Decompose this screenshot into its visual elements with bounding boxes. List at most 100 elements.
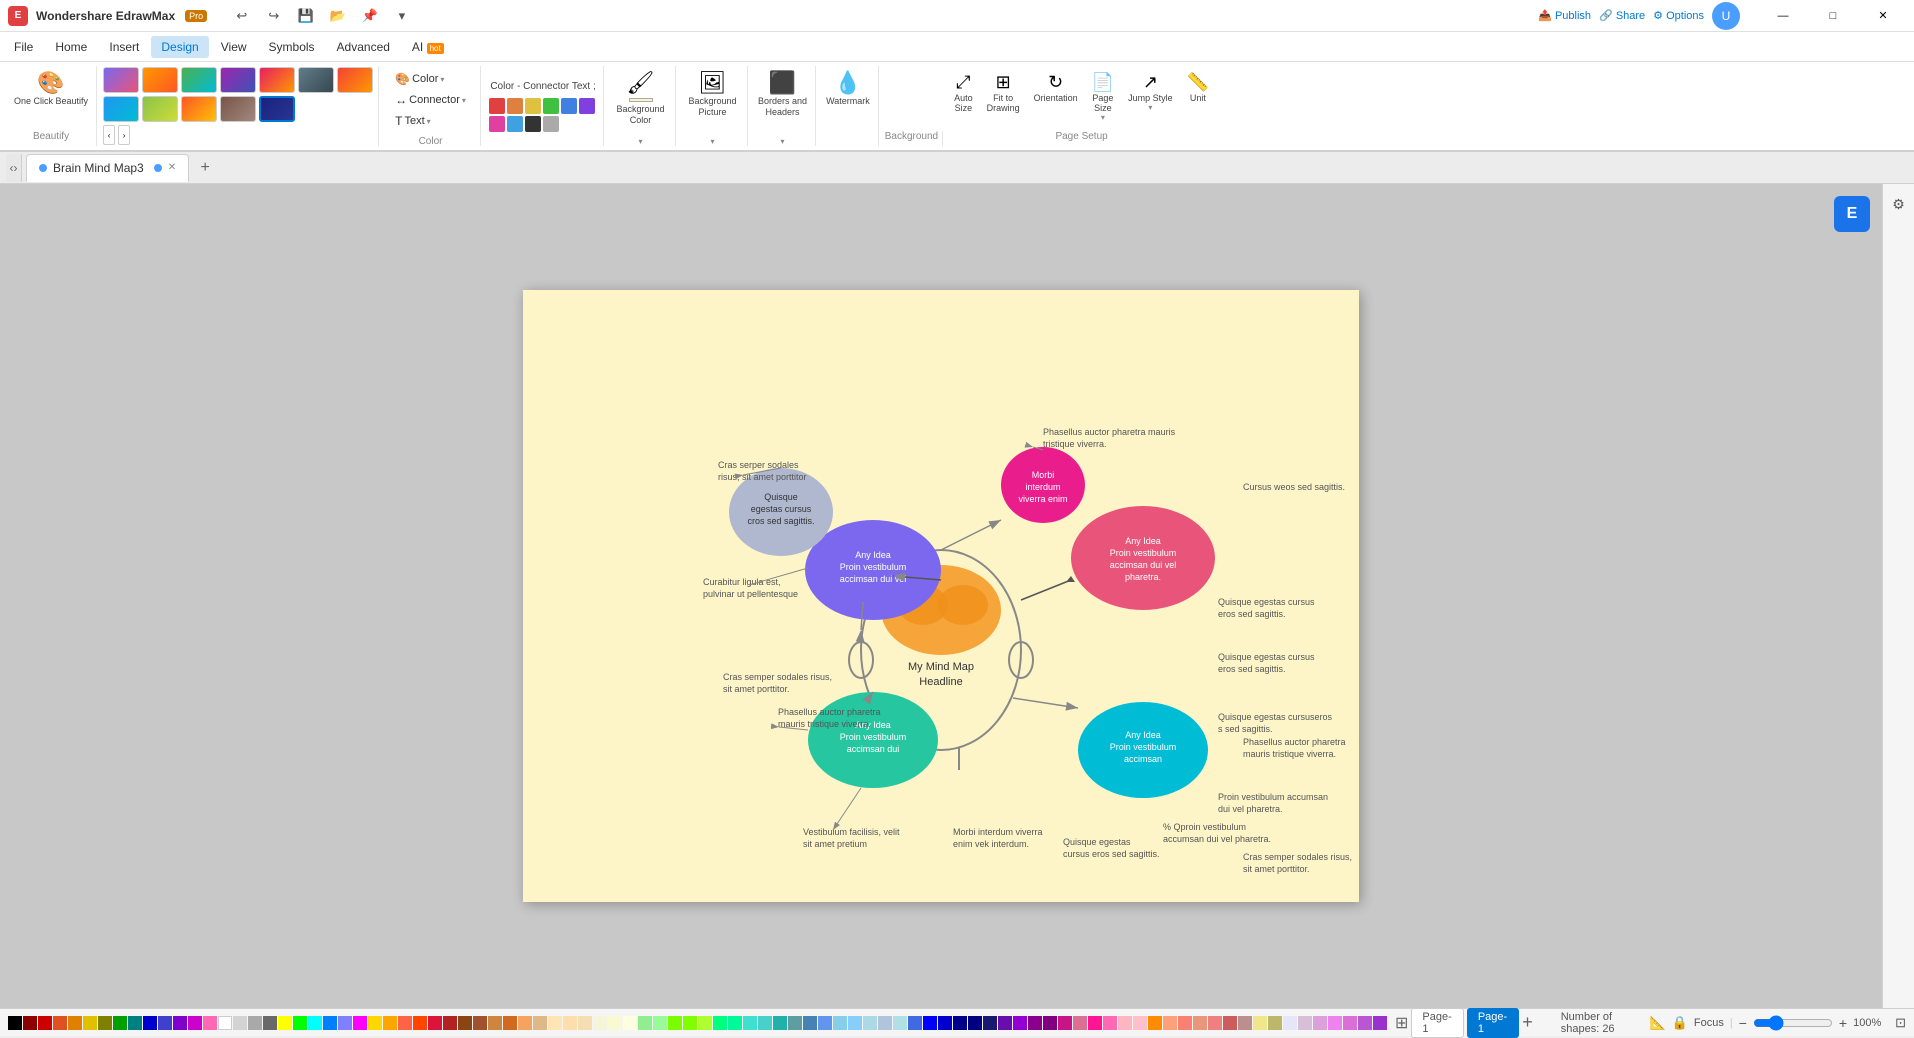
borders-chevron[interactable]: ▾ [781, 137, 785, 146]
palette-chocolate[interactable] [503, 1016, 517, 1030]
auto-size-btn[interactable]: ⤢ AutoSize [949, 70, 978, 124]
palette-olive[interactable] [98, 1016, 112, 1030]
background-picture-btn[interactable]: 🖼 BackgroundPicture [685, 66, 741, 122]
style-expand-left[interactable]: ‹ [103, 125, 115, 145]
fit-page-btn[interactable]: ⊡ [1895, 1015, 1906, 1031]
palette-red[interactable] [38, 1016, 52, 1030]
fit-drawing-btn[interactable]: ⊞ Fit toDrawing [982, 70, 1025, 124]
palette-lightblue[interactable] [338, 1016, 352, 1030]
palette-green[interactable] [113, 1016, 127, 1030]
palette-wheat[interactable] [578, 1016, 592, 1030]
palette-lightsalmon[interactable] [1163, 1016, 1177, 1030]
zoom-out-btn[interactable]: − [1739, 1015, 1747, 1031]
palette-indianred[interactable] [1223, 1016, 1237, 1030]
palette-indigo[interactable] [158, 1016, 172, 1030]
palette-orange[interactable] [68, 1016, 82, 1030]
palette-chartreuse[interactable] [683, 1016, 697, 1030]
palette-plum[interactable] [1313, 1016, 1327, 1030]
palette-brightyellow[interactable] [278, 1016, 292, 1030]
palette-orange-red[interactable] [53, 1016, 67, 1030]
palette-lavender[interactable] [1283, 1016, 1297, 1030]
style-btn-2[interactable] [142, 67, 178, 93]
minimize-button[interactable]: — [1760, 0, 1806, 32]
palette-palegreen[interactable] [653, 1016, 667, 1030]
palette-lemonchiffon[interactable] [608, 1016, 622, 1030]
palette-medvioletred[interactable] [1058, 1016, 1072, 1030]
palette-magenta[interactable] [188, 1016, 202, 1030]
palette-orangered[interactable] [413, 1016, 427, 1030]
style-btn-12[interactable] [259, 96, 295, 122]
palette-navy[interactable] [968, 1016, 982, 1030]
palette-gold[interactable] [368, 1016, 382, 1030]
bg-picture-chevron[interactable]: ▾ [711, 137, 715, 146]
palette-gray[interactable] [248, 1016, 262, 1030]
borders-headers-btn[interactable]: ⬛ Borders andHeaders [754, 66, 811, 122]
palette-palevioletred[interactable] [1073, 1016, 1087, 1030]
palette-brightblue[interactable] [923, 1016, 937, 1030]
palette-turquoise[interactable] [743, 1016, 757, 1030]
menu-home[interactable]: Home [45, 36, 97, 58]
palette-lawngreen[interactable] [668, 1016, 682, 1030]
menu-design[interactable]: Design [151, 36, 208, 58]
style-btn-11[interactable] [220, 96, 256, 122]
open-button[interactable]: 📂 [326, 4, 350, 28]
style-btn-10[interactable] [181, 96, 217, 122]
close-button[interactable]: ✕ [1860, 0, 1906, 32]
palette-lime[interactable] [293, 1016, 307, 1030]
jump-style-btn[interactable]: ↗ Jump Style ▾ [1123, 70, 1178, 124]
ct-color-2[interactable] [507, 98, 523, 114]
palette-darkblue[interactable] [953, 1016, 967, 1030]
page-tab-2[interactable]: Page-1 [1467, 1008, 1519, 1038]
palette-lightpink[interactable] [1118, 1016, 1132, 1030]
palette-dimgray[interactable] [263, 1016, 277, 1030]
zoom-slider[interactable] [1753, 1015, 1833, 1031]
ct-color-7[interactable] [489, 116, 505, 132]
palette-steelblue[interactable] [803, 1016, 817, 1030]
menu-ai[interactable]: AI hot [402, 36, 454, 58]
tab-brain-mind-map[interactable]: Brain Mind Map3 ✕ [26, 154, 189, 182]
palette-fuchsia[interactable] [353, 1016, 367, 1030]
options-btn[interactable]: ⚙ Options [1653, 9, 1704, 22]
right-panel-btn-1[interactable]: ⚙ [1885, 190, 1913, 218]
palette-lightblue2[interactable] [863, 1016, 877, 1030]
palette-purple[interactable] [173, 1016, 187, 1030]
menu-view[interactable]: View [211, 36, 257, 58]
menu-advanced[interactable]: Advanced [327, 36, 400, 58]
palette-black[interactable] [8, 1016, 22, 1030]
palette-khaki[interactable] [1253, 1016, 1267, 1030]
palette-navajo[interactable] [563, 1016, 577, 1030]
palette-darksalmon[interactable] [1193, 1016, 1207, 1030]
canvas-container[interactable]: My Mind Map Headline Any Idea Proin vest… [0, 184, 1882, 1008]
palette-medblue[interactable] [938, 1016, 952, 1030]
canvas-page[interactable]: My Mind Map Headline Any Idea Proin vest… [523, 290, 1359, 902]
focus-btn[interactable]: Focus [1694, 1017, 1724, 1029]
menu-file[interactable]: File [4, 36, 43, 58]
palette-tomato[interactable] [398, 1016, 412, 1030]
palette-darkorchid[interactable] [1373, 1016, 1387, 1030]
palette-deeppink[interactable] [1088, 1016, 1102, 1030]
palette-lightcoral[interactable] [1208, 1016, 1222, 1030]
style-btn-9[interactable] [142, 96, 178, 122]
ct-color-5[interactable] [561, 98, 577, 114]
redo-button[interactable]: ↪ [262, 4, 286, 28]
ct-color-3[interactable] [525, 98, 541, 114]
palette-medorchid[interactable] [1358, 1016, 1372, 1030]
more-button[interactable]: ▾ [390, 4, 414, 28]
new-tab-btn[interactable]: + [193, 156, 217, 180]
palette-darkkhaki[interactable] [1268, 1016, 1282, 1030]
palette-skyblue2[interactable] [833, 1016, 847, 1030]
watermark-btn[interactable]: 💧 Watermark [822, 66, 874, 111]
page-tab-1[interactable]: Page-1 [1411, 1008, 1463, 1038]
palette-lightseagreen[interactable] [773, 1016, 787, 1030]
ct-color-8[interactable] [507, 116, 523, 132]
undo-button[interactable]: ↩ [230, 4, 254, 28]
orientation-btn[interactable]: ↻ Orientation [1029, 70, 1083, 124]
palette-midnightblue[interactable] [983, 1016, 997, 1030]
palette-royalblue[interactable] [908, 1016, 922, 1030]
zoom-in-btn[interactable]: + [1839, 1015, 1847, 1031]
palette-saddlebrown[interactable] [458, 1016, 472, 1030]
style-btn-8[interactable] [103, 96, 139, 122]
palette-salmon[interactable] [1178, 1016, 1192, 1030]
palette-moccasin[interactable] [548, 1016, 562, 1030]
palette-rosybrown[interactable] [1238, 1016, 1252, 1030]
